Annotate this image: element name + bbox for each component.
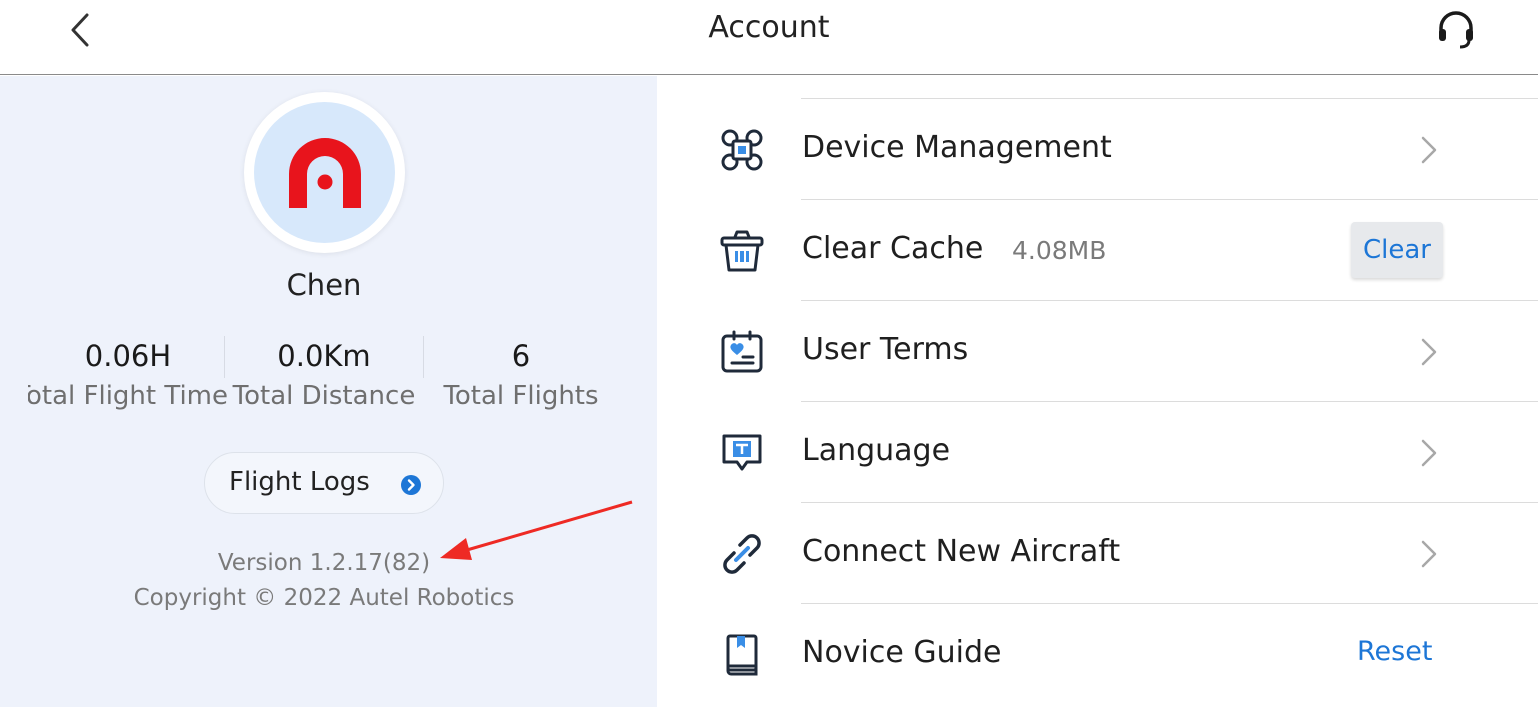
chevron-right-icon — [1421, 439, 1437, 467]
stat-value: 0.06H — [84, 339, 172, 373]
drone-icon — [719, 127, 765, 173]
copyright-text: Copyright © 2022 Autel Robotics — [133, 585, 515, 611]
username: Chen — [286, 268, 362, 302]
menu-item-label: Device Management — [802, 130, 1112, 165]
menu-item-device-management[interactable]: Device Management — [657, 99, 1538, 200]
stat-label: Total Distance — [232, 381, 416, 411]
top-bar: Account — [0, 0, 1538, 75]
circle-arrow-right-icon — [401, 475, 421, 495]
flight-logs-button[interactable]: Flight Logs — [204, 452, 444, 514]
stat-label: Total Flights — [443, 381, 599, 411]
stat-label: Total Flight Time — [28, 381, 228, 411]
trash-basket-icon — [719, 228, 765, 274]
chevron-right-icon — [1421, 540, 1437, 568]
stat-total-distance: 0.0Km Total Distance — [224, 336, 424, 416]
page-title: Account — [708, 10, 830, 45]
menu-item-user-terms[interactable]: User Terms — [657, 301, 1538, 402]
stat-value: 0.0Km — [277, 339, 371, 373]
language-icon — [719, 430, 765, 476]
cache-size: 4.08MB — [1012, 236, 1107, 265]
menu-item-language[interactable]: Language — [657, 402, 1538, 503]
menu-item-label: Language — [802, 433, 951, 468]
guide-book-icon — [719, 632, 765, 678]
version-text: Version 1.2.17(82) — [217, 550, 431, 576]
avatar[interactable] — [244, 92, 405, 253]
settings-menu: Device Management Clear Cache 4.08MB Cle… — [657, 76, 1538, 707]
stat-flight-time: 0.06H Total Flight Time — [28, 336, 228, 416]
chevron-right-icon — [1421, 136, 1437, 164]
menu-item-label: User Terms — [802, 332, 969, 367]
menu-item-connect-new-aircraft[interactable]: Connect New Aircraft — [657, 503, 1538, 604]
flight-logs-label: Flight Logs — [229, 467, 370, 497]
chevron-right-icon — [1421, 338, 1437, 366]
profile-panel: Chen 0.06H Total Flight Time 0.0Km Total… — [0, 76, 657, 707]
customer-support-button[interactable] — [1434, 8, 1478, 52]
app-version-info: Version 1.2.17(82) Copyright © 2022 Aute… — [0, 546, 648, 616]
terms-document-icon — [719, 329, 765, 375]
menu-item-label: Novice Guide — [802, 635, 1002, 670]
menu-item-clear-cache: Clear Cache 4.08MB Clear — [657, 200, 1538, 301]
avatar-background — [254, 102, 395, 243]
autel-logo-icon — [288, 137, 361, 208]
headset-icon — [1439, 11, 1473, 49]
reset-guide-button[interactable]: Reset — [1357, 636, 1432, 667]
stat-total-flights: 6 Total Flights — [421, 336, 621, 416]
menu-item-label: Connect New Aircraft — [802, 534, 1121, 569]
clear-cache-button[interactable]: Clear — [1351, 222, 1443, 278]
stat-value: 6 — [511, 339, 531, 373]
flight-stats: 0.06H Total Flight Time 0.0Km Total Dist… — [28, 336, 628, 416]
link-icon — [719, 531, 765, 577]
menu-item-novice-guide: Novice Guide Reset — [657, 604, 1538, 705]
menu-item-label: Clear Cache — [802, 231, 984, 266]
